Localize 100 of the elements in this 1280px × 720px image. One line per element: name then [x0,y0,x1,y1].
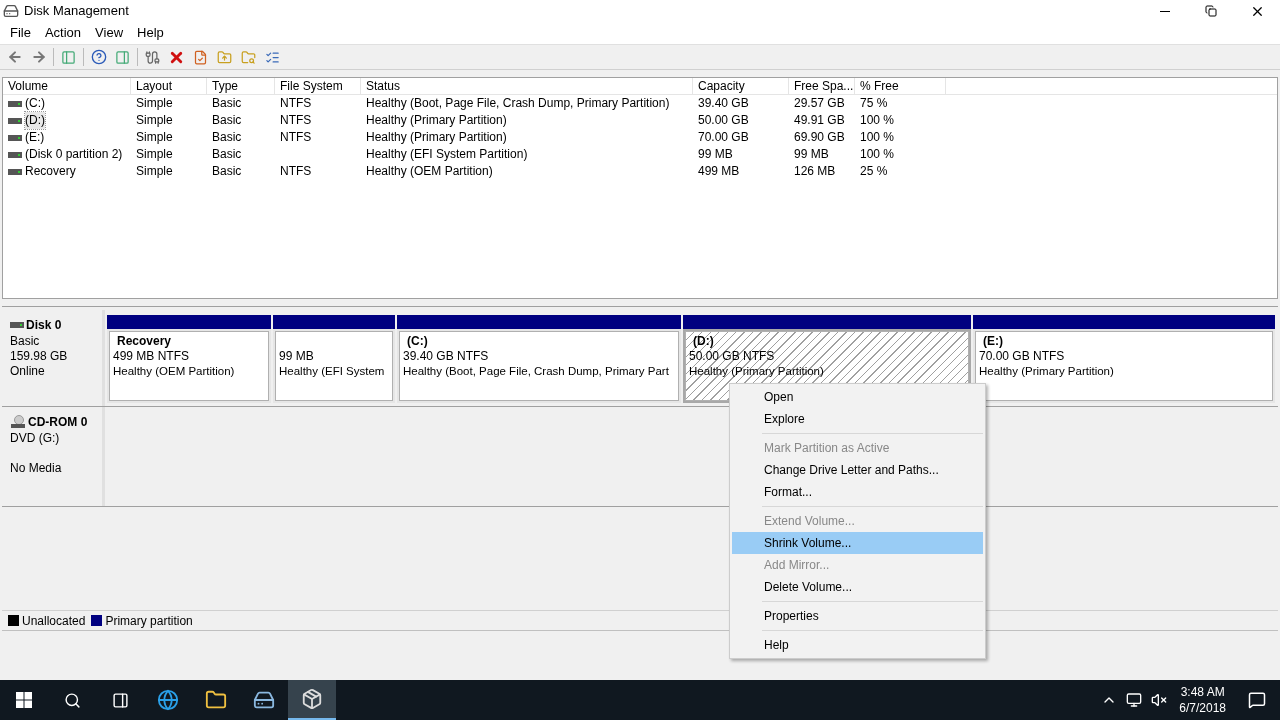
table-cell: Healthy (Primary Partition) [366,112,507,129]
notification-icon[interactable] [1248,691,1266,709]
table-cell: NTFS [280,129,312,146]
column-header[interactable]: Type [207,78,275,94]
partition-status: Healthy (Primary Partition) [689,364,824,379]
window-title: Disk Management [24,2,129,21]
cable-icon [145,49,160,65]
table-cell: Healthy (EFI System Partition) [366,146,528,163]
table-cell: 100 % [860,129,895,146]
search-icon [63,691,81,709]
disk-info: DVD (G:) [10,431,61,446]
table-cell: Basic [212,112,242,129]
partition-size: 499 MB NTFS [113,349,190,364]
menu-item[interactable]: Properties [732,605,983,627]
table-cell: Healthy (Boot, Page File, Crash Dump, Primary Partition) [366,95,670,112]
browser-icon [157,689,179,711]
volume-muted-icon[interactable] [1151,692,1168,708]
drive-icon [8,116,22,125]
table-cell: Healthy (Primary Partition) [366,129,507,146]
table-cell: (C:) [25,95,45,112]
folder-icon [205,689,227,711]
partition-size: 50.00 GB NTFS [689,349,775,364]
partition-size: 70.00 GB NTFS [979,349,1065,364]
table-cell: Healthy (OEM Partition) [366,163,493,180]
task-view-icon [111,691,129,709]
drive-icon [10,321,24,329]
table-cell: Basic [212,146,242,163]
table-cell: 69.90 GB [794,129,845,146]
partition-size: 39.40 GB NTFS [403,349,489,364]
menu-item[interactable]: File [3,23,38,43]
network-icon[interactable] [1126,692,1143,708]
table-cell: 126 MB [794,163,836,180]
table-cell: 499 MB [698,163,740,180]
partition-status: Healthy (Boot, Page File, Crash Dump, Primary Part [403,364,669,379]
table-cell: Simple [136,129,173,146]
disk-info: 159.98 GB [10,349,69,364]
disk-label-panel[interactable]: CD-ROM 0 DVD (G:) No Media [2,407,105,506]
table-cell: Simple [136,163,173,180]
table-cell: NTFS [280,163,312,180]
cd-drive-icon [10,415,26,429]
partition-size: 99 MB [279,349,314,364]
pane-icon [61,49,76,65]
partition-label: (C:) [406,334,428,349]
disk-info: Basic [10,334,41,349]
disk-info: Online [10,364,46,379]
partition-label: Recovery [116,334,172,349]
table-cell: 25 % [860,163,888,180]
column-header[interactable]: Layout [131,78,207,94]
column-header[interactable]: Status [361,78,693,94]
table-cell: 49.91 GB [794,112,845,129]
column-header[interactable]: % Free [855,78,946,94]
column-header[interactable]: Volume [3,78,131,94]
table-cell: Simple [136,112,173,129]
clock[interactable]: 3:48 AM 6/7/2018 [1171,684,1234,716]
table-cell: NTFS [280,95,312,112]
legend-label: Primary partition [105,612,193,630]
table-cell: Basic [212,129,242,146]
windows-logo-icon [16,692,32,708]
column-header[interactable]: Capacity [693,78,789,94]
table-cell: Basic [212,163,242,180]
menu-item[interactable]: Delete Volume... [732,576,983,598]
menu-item[interactable]: Explore [732,408,983,430]
menu-item[interactable]: Change Drive Letter and Paths... [732,459,983,481]
menu-item[interactable]: Action [37,23,89,43]
drive-icon [8,133,22,142]
taskbar-app[interactable] [288,680,336,720]
drive-icon [8,150,22,159]
table-cell: Recovery [25,163,76,180]
pane-icon [115,49,130,65]
menu-item[interactable]: Help [732,634,983,656]
checked-document-icon [193,49,208,65]
partition-status: Healthy (Primary Partition) [979,364,1114,379]
table-cell: 50.00 GB [698,112,749,129]
table-cell: Simple [136,95,173,112]
menu-item[interactable]: View [88,23,131,43]
table-cell: 100 % [860,146,895,163]
menu-item[interactable]: Help [130,23,171,43]
menu-item[interactable]: Format... [732,481,983,503]
minimize-icon [1160,10,1170,12]
table-cell: NTFS [280,112,312,129]
partition-status: Healthy (EFI System [279,364,385,379]
drive-icon [253,689,275,711]
partition-status: Healthy (OEM Partition) [113,364,235,379]
table-cell: Simple [136,146,173,163]
checklist-icon [265,49,280,65]
column-header[interactable]: Free Spa... [789,78,855,94]
table-cell: 29.57 GB [794,95,845,112]
column-header[interactable]: File System [275,78,361,94]
table-cell: 100 % [860,112,895,129]
box-icon [301,688,323,710]
restore-icon [1205,5,1217,17]
disk-name: Disk 0 [26,317,62,334]
folder-search-icon [241,49,256,65]
table-cell: 70.00 GB [698,129,749,146]
menu-item[interactable]: Shrink Volume... [732,532,983,554]
folder-up-icon [217,49,232,65]
table-cell: Basic [212,95,242,112]
arrow-right-icon [30,49,47,65]
partition-label: (D:) [692,334,714,349]
disk-name: CD-ROM 0 [28,414,88,431]
